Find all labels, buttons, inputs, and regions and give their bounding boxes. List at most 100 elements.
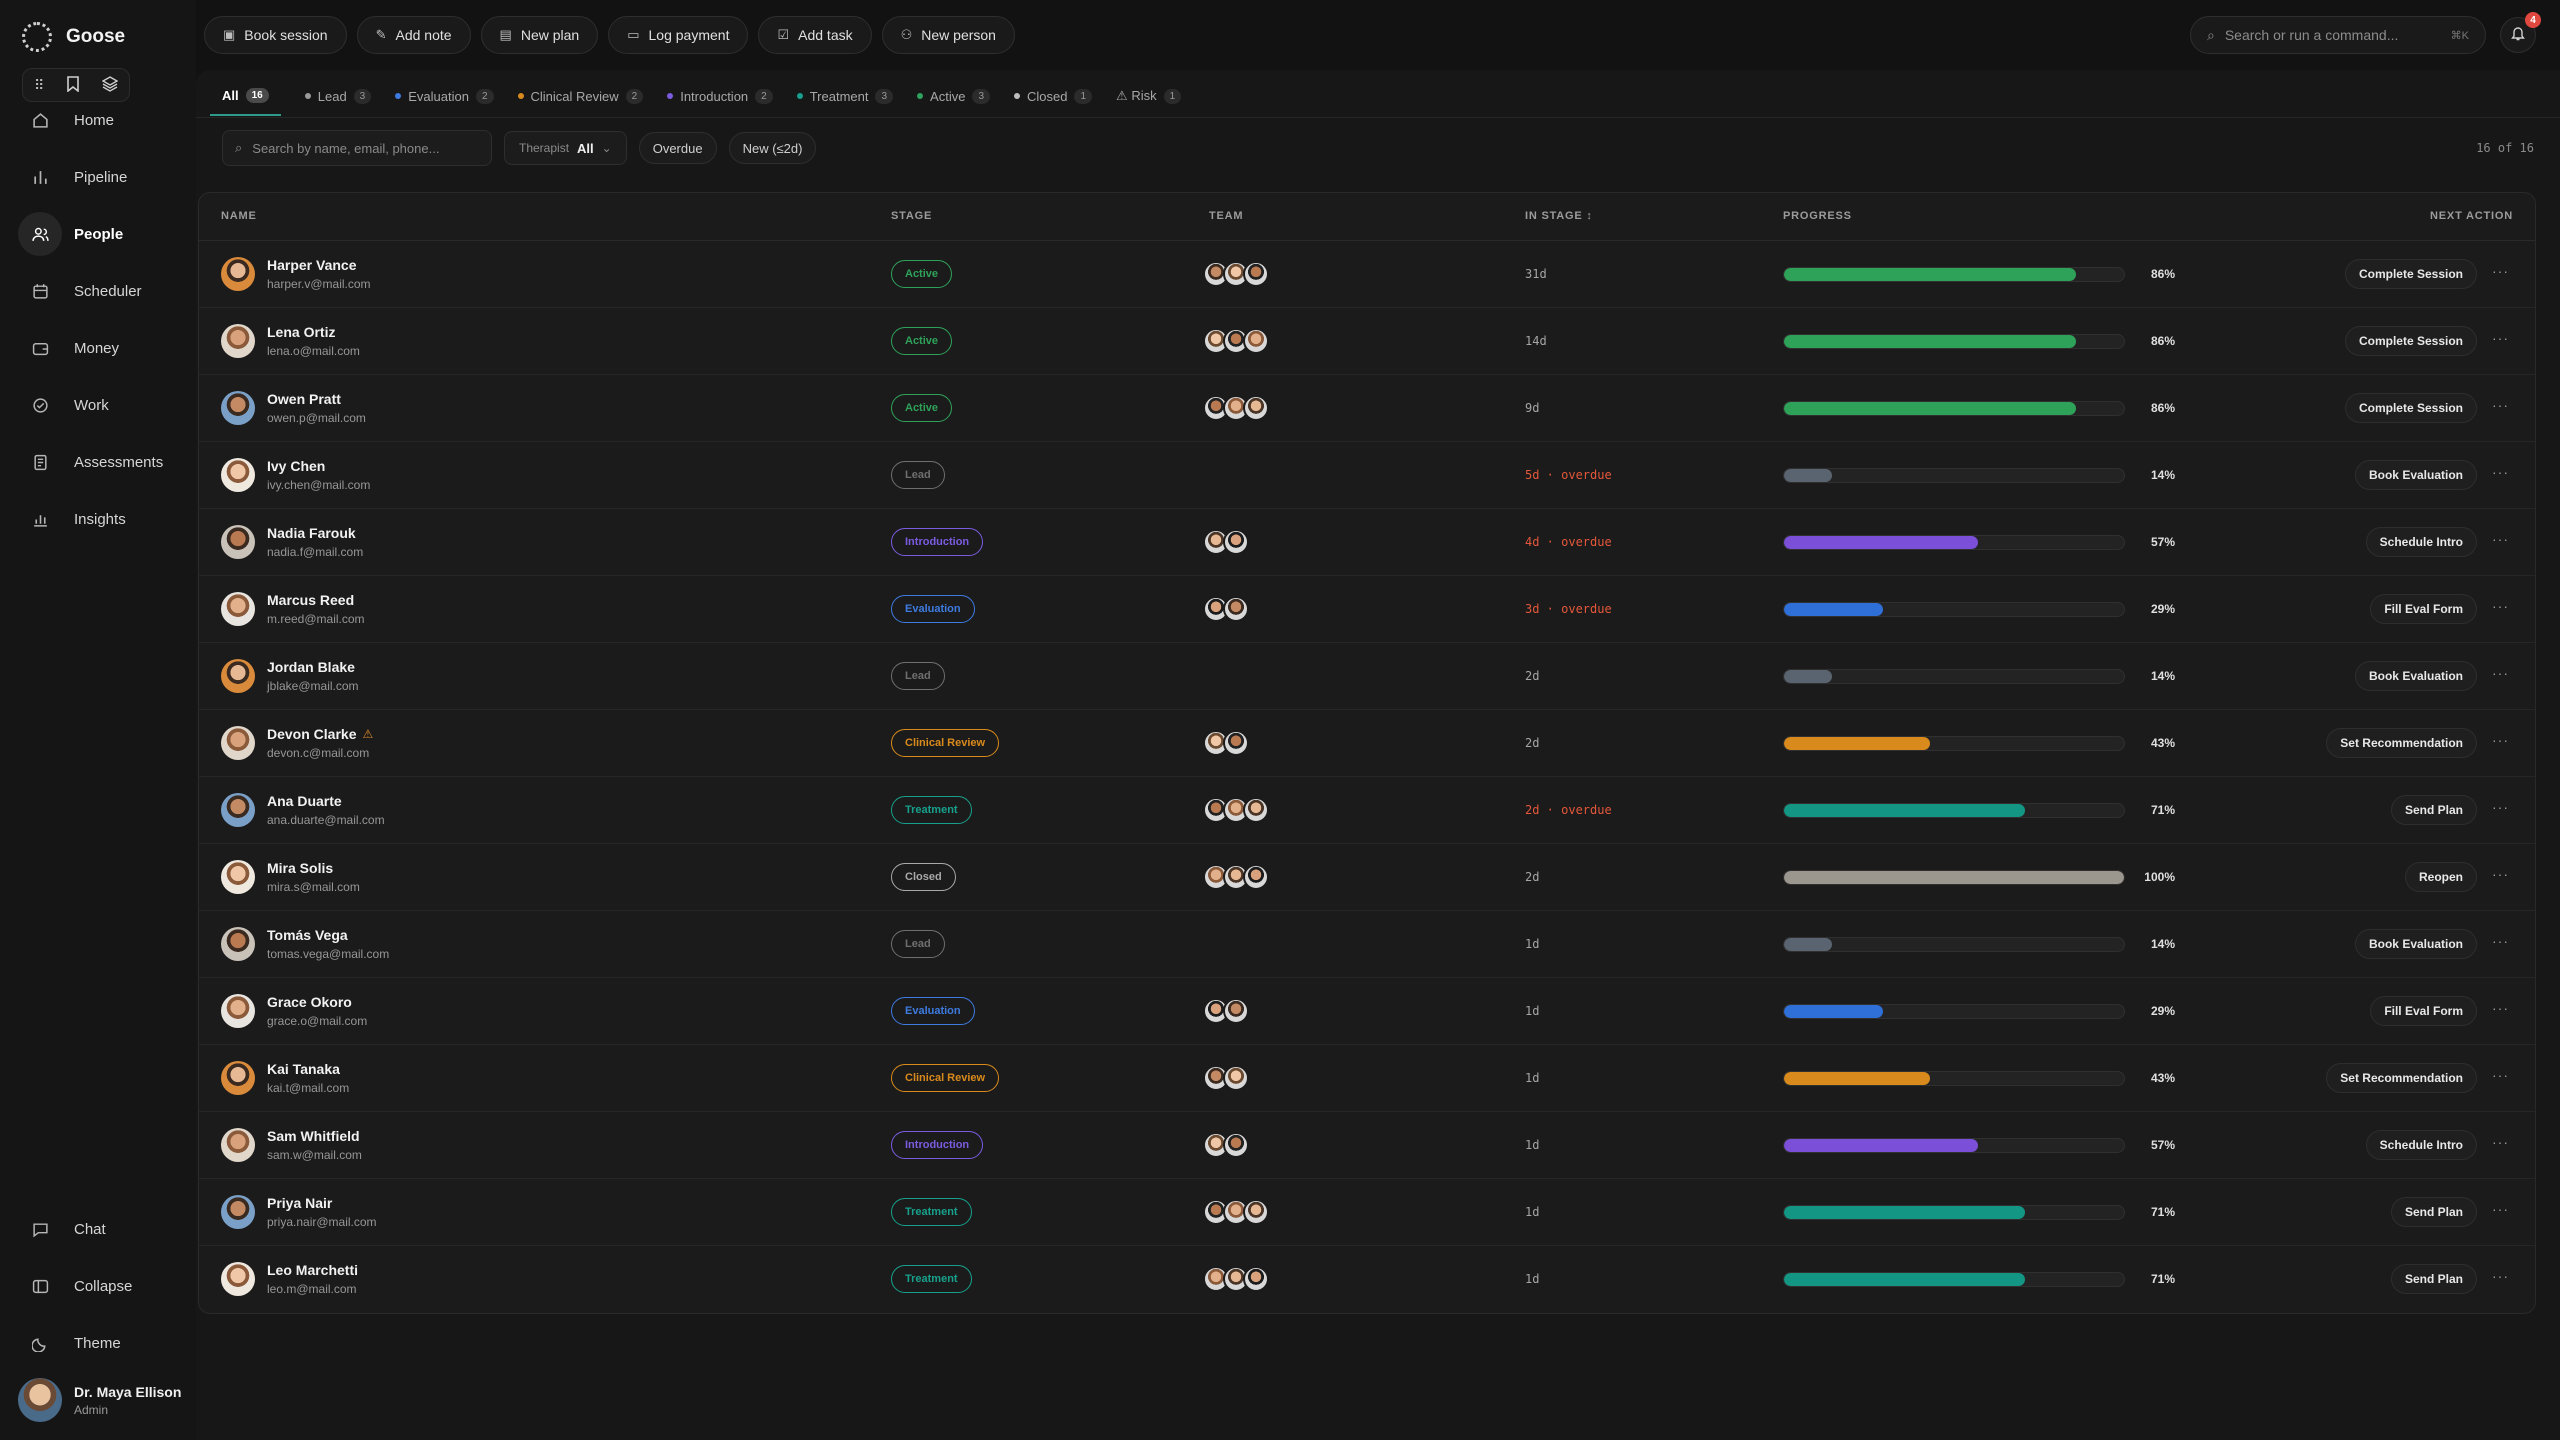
team-avatars[interactable] — [1203, 1065, 1249, 1091]
sidebar-item-money[interactable]: Money — [18, 326, 178, 370]
next-action-button[interactable]: Complete Session — [2344, 326, 2477, 356]
table-row[interactable]: Marcus Reed m.reed@mail.com Evaluation 3d ·… — [199, 576, 2535, 643]
stage-badge[interactable]: Clinical Review — [891, 1064, 1000, 1092]
more-options-icon[interactable]: ··· — [2492, 598, 2509, 614]
tab-treatment[interactable]: Treatment 3 — [796, 86, 894, 116]
next-action-button[interactable]: Set Recommendation — [2326, 1063, 2477, 1093]
sidebar-item-collapse[interactable]: Collapse — [18, 1264, 178, 1308]
table-row[interactable]: Ivy Chen ivy.chen@mail.com Lead 5d · overdu… — [199, 442, 2535, 509]
stage-badge[interactable]: Introduction — [891, 1131, 984, 1159]
next-action-button[interactable]: Book Evaluation — [2354, 661, 2477, 691]
person-name-cell[interactable]: Harper Vance — [267, 257, 357, 273]
drag-handle-icon[interactable]: ⠿ — [34, 77, 44, 94]
team-avatars[interactable] — [1203, 328, 1269, 354]
stage-badge[interactable]: Closed — [891, 863, 956, 891]
stage-badge[interactable]: Active — [891, 260, 953, 288]
next-action-button[interactable]: Send Plan — [2390, 1264, 2477, 1294]
table-row[interactable]: Priya Nair priya.nair@mail.com Treatment 1d… — [199, 1179, 2535, 1246]
team-avatars[interactable] — [1203, 797, 1269, 823]
table-row[interactable]: Harper Vance harper.v@mail.com Active 31d 86… — [199, 241, 2535, 308]
person-name-cell[interactable]: Ana Duarte — [267, 793, 342, 809]
next-action-button[interactable]: Reopen — [2404, 862, 2477, 892]
team-avatars[interactable] — [1203, 730, 1249, 756]
notifications-button[interactable]: 4 — [2500, 12, 2541, 53]
person-name-cell[interactable]: Lena Ortiz — [267, 324, 335, 340]
team-avatars[interactable] — [1203, 1199, 1269, 1225]
next-action-button[interactable]: Set Recommendation — [2326, 728, 2477, 758]
new-person-button[interactable]: ⚇ New person — [881, 16, 1015, 54]
add-note-button[interactable]: ✎ Add note — [356, 16, 471, 54]
stage-badge[interactable]: Lead — [891, 662, 945, 690]
more-options-icon[interactable]: ··· — [2492, 1134, 2509, 1150]
people-search-input[interactable]: ⌕ Search by name, email, phone... — [222, 130, 492, 166]
column-header-team[interactable]: TEAM — [1209, 210, 1243, 222]
brand[interactable]: Goose — [22, 22, 125, 52]
more-options-icon[interactable]: ··· — [2492, 330, 2509, 346]
team-avatars[interactable] — [1203, 998, 1249, 1024]
tab-risk[interactable]: ⚠ Risk 1 — [1116, 86, 1182, 116]
layers-icon[interactable] — [101, 75, 119, 95]
next-action-button[interactable]: Send Plan — [2390, 1197, 2477, 1227]
table-row[interactable]: Devon Clarke ⚠ devon.c@mail.com Clinical Re… — [199, 710, 2535, 777]
more-options-icon[interactable]: ··· — [2492, 866, 2509, 882]
stage-badge[interactable]: Treatment — [891, 1265, 972, 1293]
overdue-filter-chip[interactable]: Overdue — [638, 132, 717, 164]
table-row[interactable]: Mira Solis mira.s@mail.com Closed 2d 100% Reo… — [199, 844, 2535, 911]
more-options-icon[interactable]: ··· — [2492, 1000, 2509, 1016]
stage-badge[interactable]: Lead — [891, 461, 945, 489]
next-action-button[interactable]: Schedule Intro — [2365, 527, 2477, 557]
table-row[interactable]: Lena Ortiz lena.o@mail.com Active 14d 86% Com… — [199, 308, 2535, 375]
more-options-icon[interactable]: ··· — [2492, 1268, 2509, 1284]
stage-badge[interactable]: Treatment — [891, 796, 972, 824]
more-options-icon[interactable]: ··· — [2492, 397, 2509, 413]
column-header-in-stage[interactable]: IN STAGE ↕ — [1525, 210, 1593, 222]
sidebar-item-theme[interactable]: Theme — [18, 1321, 178, 1365]
more-options-icon[interactable]: ··· — [2492, 799, 2509, 815]
table-row[interactable]: Leo Marchetti leo.m@mail.com Treatment 1d 71… — [199, 1246, 2535, 1313]
table-row[interactable]: Sam Whitfield sam.w@mail.com Introduction 1… — [199, 1112, 2535, 1179]
person-name-cell[interactable]: Jordan Blake — [267, 659, 355, 675]
table-row[interactable]: Owen Pratt owen.p@mail.com Active 9d 86% Comp… — [199, 375, 2535, 442]
more-options-icon[interactable]: ··· — [2492, 732, 2509, 748]
person-name-cell[interactable]: Leo Marchetti — [267, 1262, 358, 1278]
next-action-button[interactable]: Fill Eval Form — [2370, 996, 2477, 1026]
sidebar-item-scheduler[interactable]: Scheduler — [18, 269, 178, 313]
stage-badge[interactable]: Treatment — [891, 1198, 972, 1226]
command-search-input[interactable]: ⌕ Search or run a command... ⌘K — [2190, 16, 2486, 54]
tab-all[interactable]: All 16 — [210, 86, 281, 116]
more-options-icon[interactable]: ··· — [2492, 531, 2509, 547]
person-name-cell[interactable]: Ivy Chen — [267, 458, 325, 474]
add-task-button[interactable]: ☑ Add task — [758, 16, 872, 54]
tab-clinical-review[interactable]: Clinical Review 2 — [517, 86, 644, 116]
column-header-next-action[interactable]: NEXT ACTION — [2430, 210, 2513, 222]
more-options-icon[interactable]: ··· — [2492, 933, 2509, 949]
next-action-button[interactable]: Fill Eval Form — [2370, 594, 2477, 624]
person-name-cell[interactable]: Owen Pratt — [267, 391, 341, 407]
new-plan-button[interactable]: ▤ New plan — [480, 16, 599, 54]
new-filter-chip[interactable]: New (≤2d) — [728, 132, 817, 164]
team-avatars[interactable] — [1203, 529, 1249, 555]
column-header-stage[interactable]: STAGE — [891, 210, 932, 222]
team-avatars[interactable] — [1203, 1132, 1249, 1158]
person-name-cell[interactable]: Marcus Reed — [267, 592, 354, 608]
bookmark-icon[interactable] — [66, 75, 80, 95]
tab-closed[interactable]: Closed 1 — [1014, 86, 1093, 116]
table-row[interactable]: Ana Duarte ana.duarte@mail.com Treatment 2d… — [199, 777, 2535, 844]
more-options-icon[interactable]: ··· — [2492, 665, 2509, 681]
team-avatars[interactable] — [1203, 395, 1269, 421]
table-row[interactable]: Tomás Vega tomas.vega@mail.com Lead 1d 14% Bo… — [199, 911, 2535, 978]
more-options-icon[interactable]: ··· — [2492, 263, 2509, 279]
stage-badge[interactable]: Evaluation — [891, 595, 975, 623]
current-user[interactable]: Dr. Maya Ellison Admin — [18, 1378, 181, 1422]
team-avatars[interactable] — [1203, 261, 1269, 287]
team-avatars[interactable] — [1203, 596, 1249, 622]
column-header-progress[interactable]: PROGRESS — [1783, 210, 1852, 222]
table-row[interactable]: Grace Okoro grace.o@mail.com Evaluation 1d 2… — [199, 978, 2535, 1045]
team-avatars[interactable] — [1203, 1266, 1269, 1292]
person-name-cell[interactable]: Nadia Farouk — [267, 525, 356, 541]
person-name-cell[interactable]: Mira Solis — [267, 860, 333, 876]
more-options-icon[interactable]: ··· — [2492, 1067, 2509, 1083]
stage-badge[interactable]: Active — [891, 394, 953, 422]
sidebar-item-insights[interactable]: Insights — [18, 497, 178, 541]
next-action-button[interactable]: Book Evaluation — [2354, 460, 2477, 490]
